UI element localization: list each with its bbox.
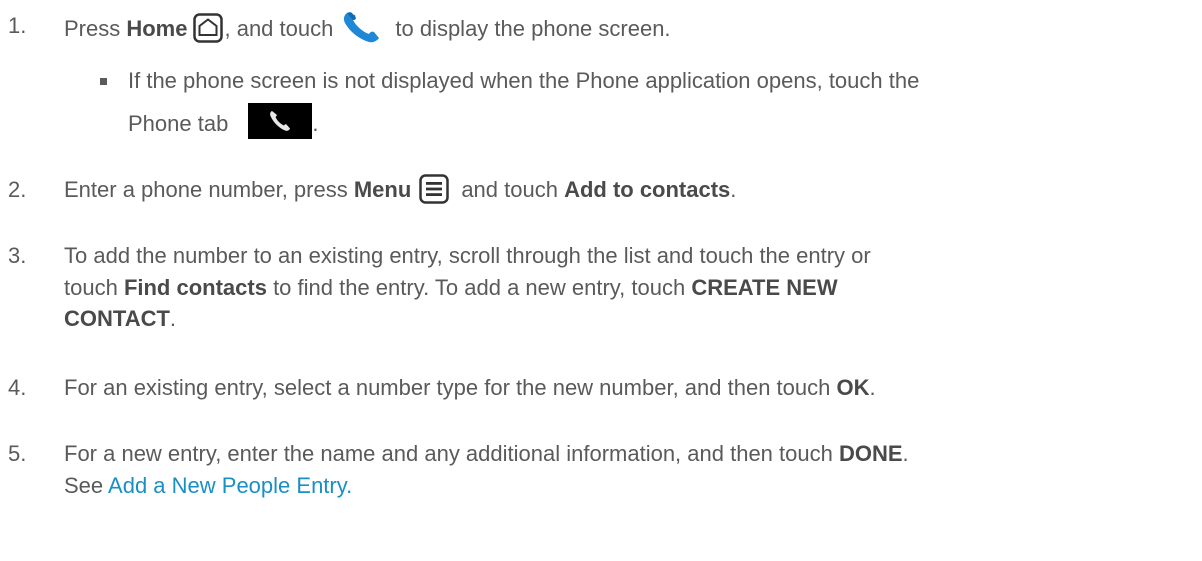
home-icon <box>193 13 224 43</box>
phone-tab-icon <box>248 103 313 139</box>
bullet-text-line-2: Phone tab. <box>128 103 318 140</box>
add-new-people-entry-link[interactable]: Add a New People Entry. <box>108 473 352 498</box>
step-number: 4. <box>8 375 27 400</box>
text-run: . <box>169 306 177 331</box>
text-run: and touch <box>461 177 565 202</box>
text-run: For a new entry, enter the name and any … <box>64 441 839 466</box>
text-run: Press <box>64 16 127 41</box>
step-number: 3. <box>8 243 27 268</box>
step-text: Enter a phone number, press Menu and touc… <box>64 174 736 206</box>
menu-icon <box>419 174 450 204</box>
find-contacts-label: Find contacts <box>123 275 267 300</box>
step-text-line-2: See Add a New People Entry. <box>64 470 352 502</box>
text-run: . <box>869 375 876 400</box>
contact-label: CONTACT <box>64 306 170 331</box>
ok-label: OK <box>836 375 870 400</box>
bullet-marker <box>100 78 107 85</box>
text-run: . <box>902 441 909 466</box>
create-new-label: CREATE NEW <box>691 275 838 300</box>
text-run: Phone tab <box>128 111 229 136</box>
text-run: See <box>64 473 109 498</box>
step-number: 1. <box>8 13 27 38</box>
text-run: to display the phone screen. <box>395 16 671 41</box>
step-text: For a new entry, enter the name and any … <box>64 438 909 470</box>
step-text-line-3: CONTACT. <box>64 303 176 335</box>
text-run: . <box>312 111 319 136</box>
done-label: DONE <box>838 441 903 466</box>
text-run: Enter a phone number, press <box>64 177 354 202</box>
menu-label: Menu <box>353 177 412 202</box>
add-to-contacts-label: Add to contacts <box>564 177 731 202</box>
phone-handset-icon <box>341 10 383 44</box>
step-number: 5. <box>8 441 27 466</box>
home-label: Home <box>126 16 188 41</box>
step-text-line-1: To add the number to an existing entry, … <box>64 243 871 268</box>
text-run: . <box>730 177 737 202</box>
text-run: For an existing entry, select a number t… <box>64 375 837 400</box>
step-text: For an existing entry, select a number t… <box>64 372 876 404</box>
text-run: touch <box>64 275 124 300</box>
text-run: , and touch <box>224 16 334 41</box>
bullet-text-line-1: If the phone screen is not displayed whe… <box>128 68 920 93</box>
text-run: to find the entry. To add a new entry, t… <box>266 275 692 300</box>
step-text-line-2: touch Find contacts to find the entry. T… <box>64 272 838 304</box>
step-number: 2. <box>8 177 27 202</box>
step-text: Press Home , and touch to display the phon… <box>64 10 671 45</box>
